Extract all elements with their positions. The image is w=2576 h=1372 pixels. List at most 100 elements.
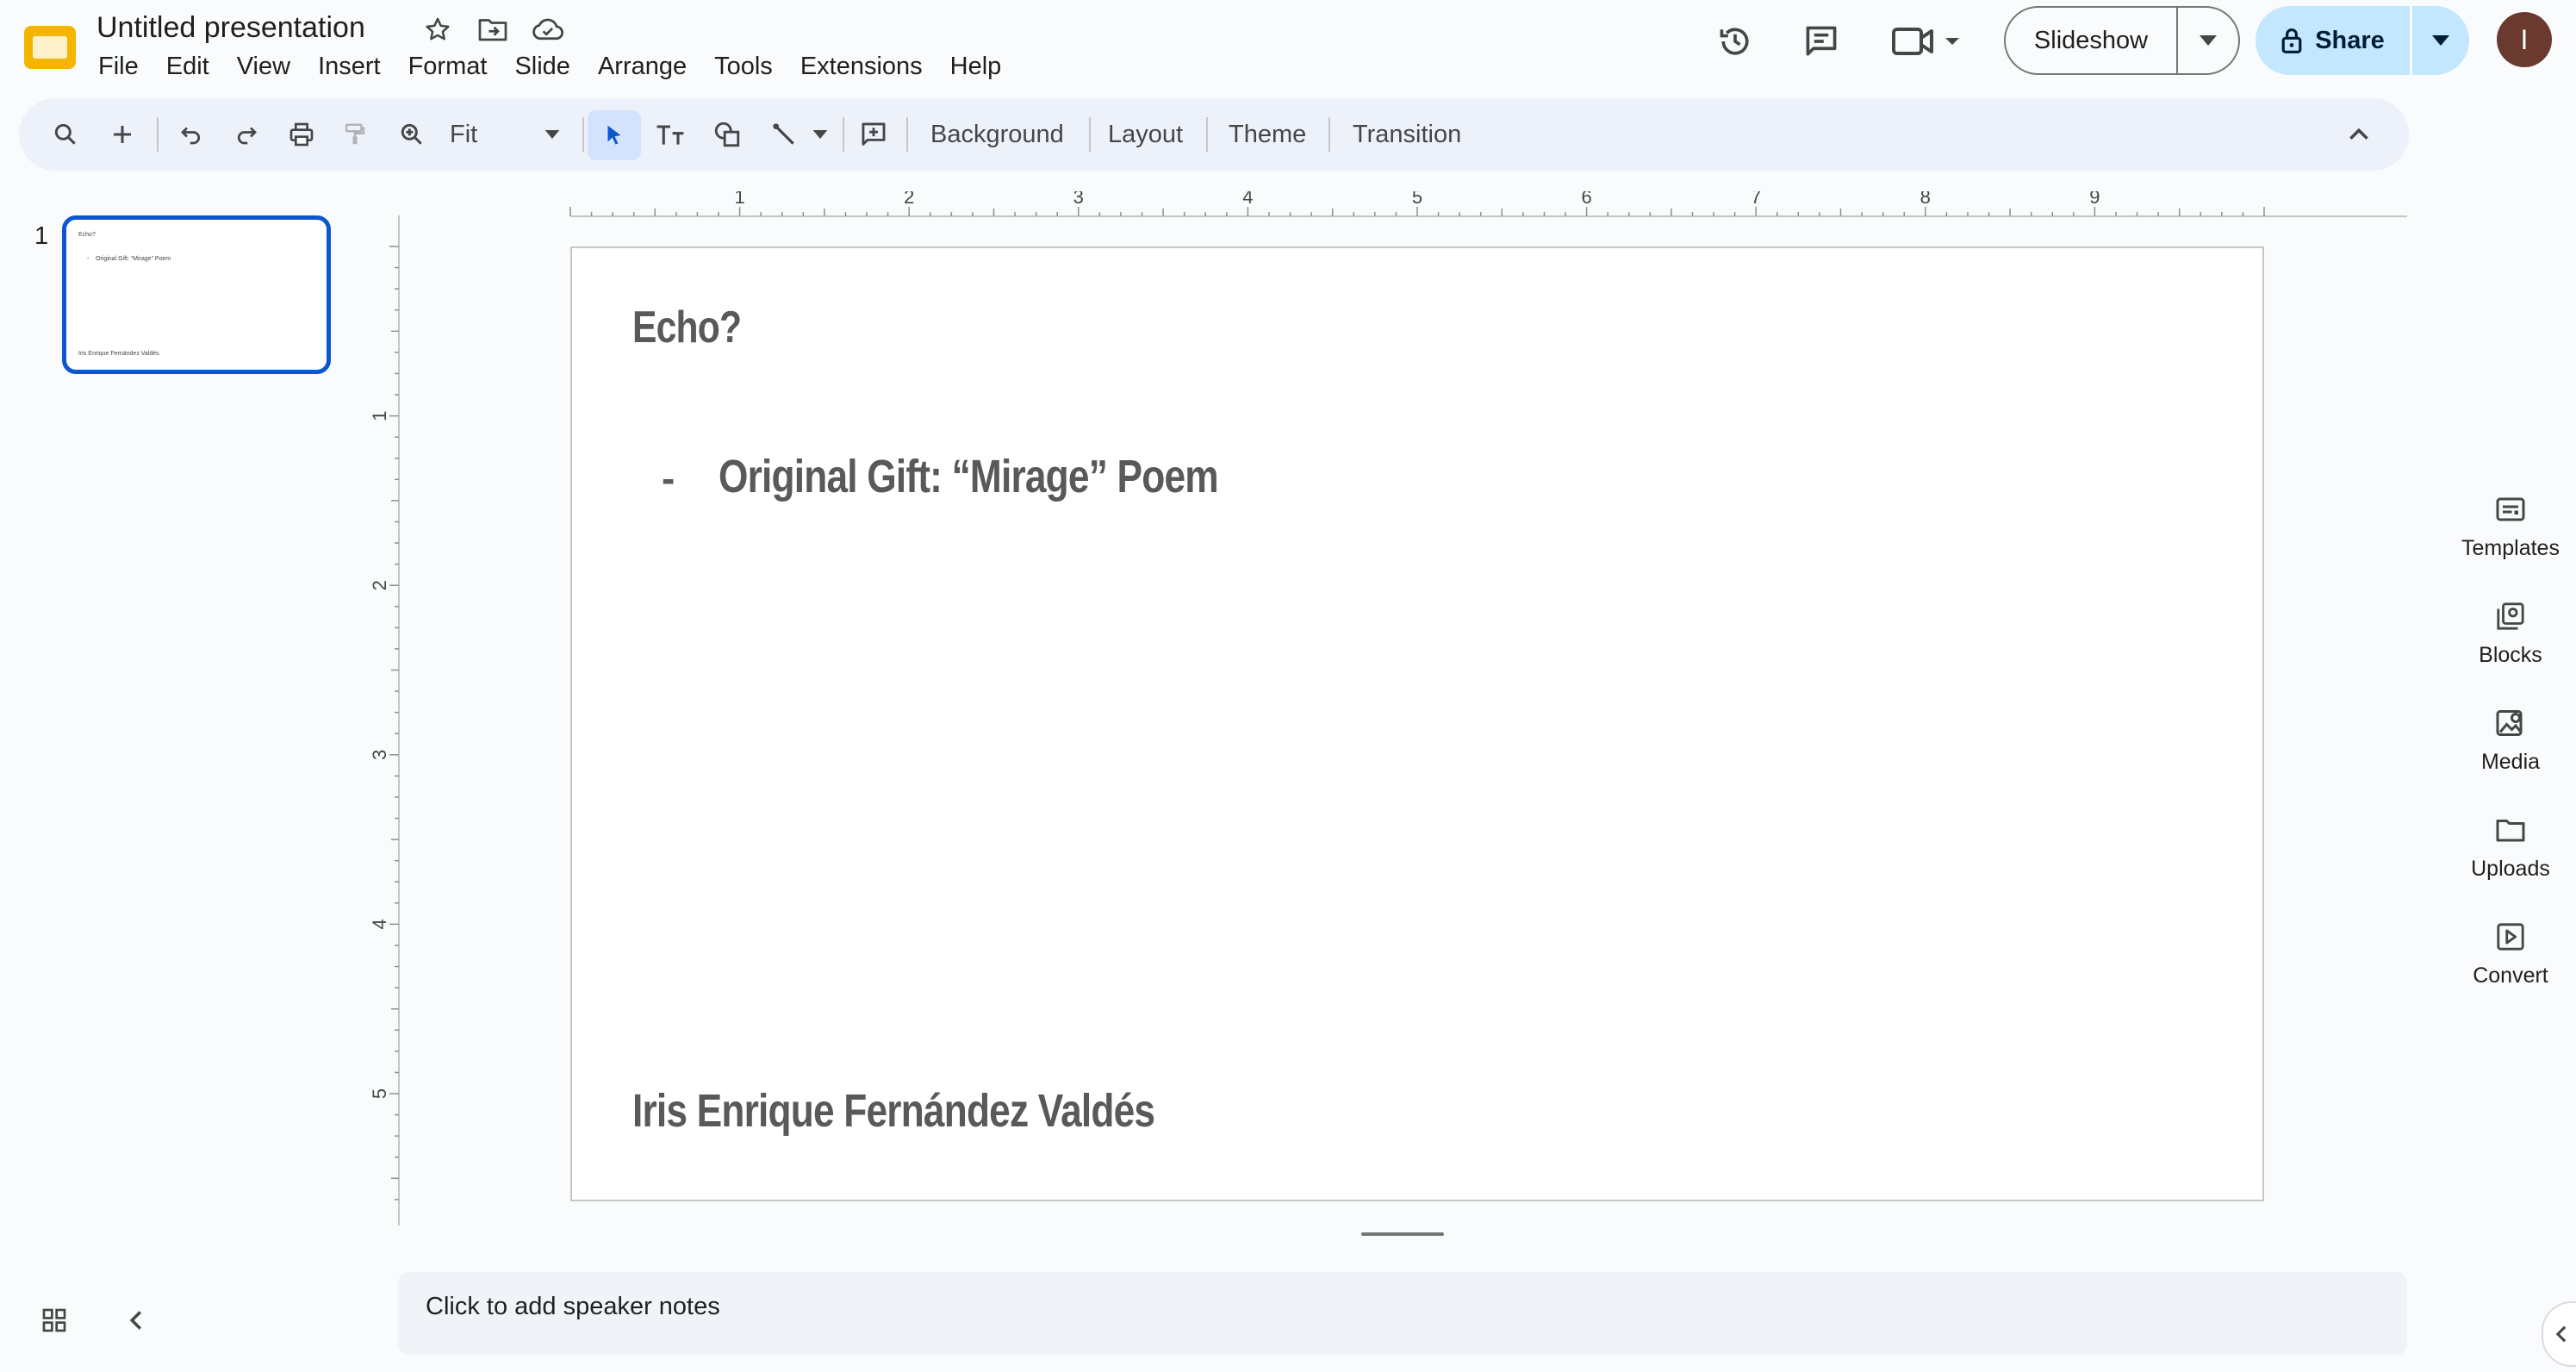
slide-number: 1: [34, 222, 49, 250]
zoom-level[interactable]: Fit: [450, 115, 477, 153]
collapse-filmstrip-chevron-left-icon[interactable]: [117, 1301, 155, 1339]
zoom-icon[interactable]: [389, 115, 434, 153]
menu-tools[interactable]: Tools: [700, 48, 787, 84]
side-label-convert: Convert: [2473, 964, 2548, 988]
slide-title[interactable]: Echo?: [632, 302, 742, 353]
side-label-templates: Templates: [2461, 536, 2560, 560]
slide-thumbnail[interactable]: Echo? - Original Gift: “Mirage” Poem Iri…: [62, 215, 331, 374]
ruler-h-label: 9: [2089, 191, 2100, 208]
folder-icon: [2495, 808, 2526, 851]
share-label: Share: [2315, 26, 2385, 54]
text-box-icon[interactable]: [648, 115, 693, 153]
side-panel-collapse-chevron-icon[interactable]: [2542, 1301, 2576, 1367]
side-panel-templates[interactable]: Templates: [2447, 488, 2574, 583]
toolbar-divider: [906, 117, 908, 152]
line-icon[interactable]: [762, 115, 806, 153]
ruler-h-label: 3: [1073, 191, 1084, 208]
toolbar-divider: [1206, 117, 1208, 152]
side-panel-uploads[interactable]: Uploads: [2447, 808, 2574, 903]
menu-extensions[interactable]: Extensions: [787, 48, 936, 84]
theme-button[interactable]: Theme: [1229, 115, 1306, 153]
ruler-h-label: 8: [1920, 191, 1931, 208]
toolbar-divider: [157, 117, 159, 152]
media-icon: [2495, 702, 2526, 745]
bullet-dash: -: [662, 456, 675, 501]
print-icon[interactable]: [279, 115, 324, 153]
horizontal-ruler[interactable]: 1 2 3 4 5 6 7 8 9: [398, 191, 2407, 217]
side-panel-media[interactable]: Media: [2447, 702, 2574, 796]
toolbar-divider: [582, 117, 584, 152]
collapse-toolbar-chevron-up-icon[interactable]: [2336, 115, 2381, 153]
grid-view-icon[interactable]: [33, 1301, 76, 1339]
account-avatar[interactable]: I: [2497, 12, 2552, 67]
toolbar-divider: [1089, 117, 1091, 152]
slide-editor[interactable]: Echo? - Original Gift: “Mirage” Poem Iri…: [570, 246, 2264, 1201]
toolbar-divider: [843, 117, 844, 152]
version-history-icon[interactable]: [1709, 17, 1761, 65]
menu-bar: File Edit View Insert Format Slide Arran…: [84, 48, 1015, 84]
cloud-saved-icon[interactable]: [529, 12, 567, 47]
toolbar: [19, 98, 2409, 171]
speaker-notes[interactable]: Click to add speaker notes: [398, 1272, 2407, 1355]
star-icon[interactable]: [419, 12, 457, 47]
new-slide-plus-icon[interactable]: [100, 115, 145, 153]
speaker-notes-placeholder: Click to add speaker notes: [426, 1293, 720, 1320]
slide-bullet-text[interactable]: Original Gift: “Mirage” Poem: [719, 450, 1219, 503]
ruler-v-label: 4: [370, 919, 390, 929]
thumbnail-bullet-dash: -: [87, 256, 90, 262]
search-menus-icon[interactable]: [43, 115, 88, 153]
paint-format-icon[interactable]: [333, 115, 377, 153]
side-label-media: Media: [2480, 750, 2541, 774]
menu-file[interactable]: File: [84, 48, 152, 84]
vertical-ruler[interactable]: 1 2 3 4 5: [370, 215, 400, 1225]
share-options-chevron-icon[interactable]: [2412, 6, 2469, 75]
menu-slide[interactable]: Slide: [501, 48, 584, 84]
add-comment-icon[interactable]: [851, 115, 896, 153]
ruler-h-label: 1: [734, 191, 744, 208]
ruler-h-label: 7: [1751, 191, 1761, 208]
slideshow-button[interactable]: Slideshow: [2006, 8, 2178, 73]
ruler-h-label: 4: [1242, 191, 1253, 208]
move-to-folder-icon[interactable]: [474, 12, 512, 47]
toolbar-divider: [1328, 117, 1330, 152]
templates-icon: [2495, 488, 2526, 531]
convert-play-icon: [2496, 915, 2525, 958]
side-label-blocks: Blocks: [2479, 643, 2542, 667]
redo-icon[interactable]: [224, 115, 269, 153]
zoom-dropdown-chevron-icon[interactable]: [531, 115, 574, 153]
side-panel-blocks[interactable]: Blocks: [2447, 595, 2574, 689]
slide-author-text[interactable]: Iris Enrique Fernández Valdés: [632, 1084, 1155, 1138]
ruler-v-label: 1: [370, 410, 390, 421]
select-cursor-icon[interactable]: [588, 110, 641, 160]
thumbnail-author: Iris Enrique Fernández Valdés: [78, 351, 159, 357]
comments-icon[interactable]: [1795, 17, 1847, 65]
menu-insert[interactable]: Insert: [304, 48, 395, 84]
side-panel-convert[interactable]: Convert: [2447, 915, 2574, 1010]
slides-logo-icon[interactable]: [21, 17, 79, 76]
undo-icon[interactable]: [169, 115, 214, 153]
ruler-h-label: 6: [1581, 191, 1591, 208]
menu-edit[interactable]: Edit: [152, 48, 223, 84]
ruler-v-label: 2: [370, 580, 390, 590]
ruler-v-label: 5: [370, 1088, 390, 1099]
line-dropdown-chevron-icon[interactable]: [801, 115, 839, 153]
document-title[interactable]: Untitled presentation: [96, 9, 365, 47]
share-button[interactable]: Share: [2256, 6, 2412, 75]
slideshow-button-group: Slideshow: [2004, 6, 2240, 75]
menu-help[interactable]: Help: [936, 48, 1016, 84]
thumbnail-bullet: Original Gift: “Mirage” Poem: [96, 256, 171, 262]
lock-icon: [2281, 28, 2302, 53]
layout-button[interactable]: Layout: [1108, 115, 1183, 153]
slideshow-options-chevron-icon[interactable]: [2178, 8, 2238, 73]
transition-button[interactable]: Transition: [1353, 115, 1461, 153]
menu-format[interactable]: Format: [395, 48, 501, 84]
meet-call-icon[interactable]: [1885, 17, 1971, 65]
blocks-icon: [2496, 595, 2525, 638]
menu-arrange[interactable]: Arrange: [584, 48, 700, 84]
thumbnail-title: Echo?: [78, 232, 96, 238]
menu-view[interactable]: View: [223, 48, 304, 84]
shape-icon[interactable]: [705, 115, 750, 153]
side-label-uploads: Uploads: [2471, 857, 2550, 881]
background-button[interactable]: Background: [930, 115, 1064, 153]
notes-resize-handle[interactable]: [1361, 1232, 1444, 1236]
